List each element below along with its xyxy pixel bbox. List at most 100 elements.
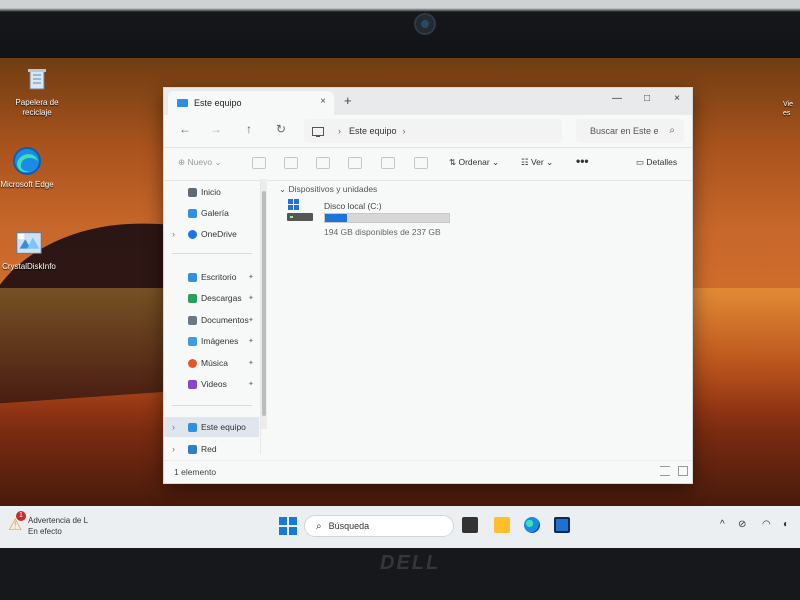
pin-icon[interactable]: ✦ — [248, 273, 254, 281]
chevron-right-icon[interactable]: › — [172, 229, 175, 239]
network-icon — [188, 444, 197, 454]
devices-section-header[interactable]: ⌄ Dispositivos y unidades — [279, 184, 377, 195]
details-label: Detalles — [646, 157, 678, 167]
sidebar-item-inicio[interactable]: Inicio — [164, 182, 259, 202]
windows-logo-tile — [289, 517, 297, 525]
pin-icon[interactable]: ✦ — [248, 359, 254, 367]
wifi-icon[interactable]: ◠ — [762, 519, 771, 530]
new-label: Nuevo — [187, 157, 213, 167]
chevron-right-icon[interactable]: › — [172, 422, 175, 432]
file-explorer-icon[interactable] — [494, 517, 510, 533]
list-view-icon[interactable] — [660, 466, 670, 476]
edge-icon[interactable] — [524, 517, 540, 533]
chevron-right-icon[interactable]: › — [172, 444, 175, 454]
volume-icon[interactable]: ◐ — [783, 519, 789, 530]
delete-icon[interactable] — [414, 157, 428, 169]
desktop-icon-recycle-bin[interactable]: Papelera de reciclaje — [2, 64, 72, 118]
sidebar-item-imagenes[interactable]: Imágenes ✦ — [164, 331, 259, 351]
gallery-icon — [188, 208, 197, 218]
network-off-icon[interactable]: ⊘ — [738, 519, 746, 530]
tab-este-equipo[interactable]: Este equipo × — [168, 91, 334, 115]
sidebar-divider — [172, 405, 252, 406]
drives-view: ⌄ Dispositivos y unidades Disco local (C… — [274, 179, 684, 454]
crystaldiskinfo-icon — [14, 228, 44, 258]
paste-icon[interactable] — [316, 157, 330, 169]
desktop-icon-label: Papelera de reciclaje — [15, 98, 59, 117]
notification-badge: 1 — [16, 511, 26, 521]
desktop-icon-crystaldiskinfo[interactable]: CrystalDiskInfo — [0, 228, 64, 272]
tab-title: Este equipo — [194, 98, 242, 108]
sidebar-item-label: Red — [201, 444, 217, 454]
copy-icon[interactable] — [284, 157, 298, 169]
pin-icon[interactable]: ✦ — [248, 316, 254, 324]
downloads-icon — [188, 293, 197, 303]
details-button[interactable]: ▭ Detalles — [636, 157, 677, 168]
notification-title: Advertencia de L — [28, 516, 89, 525]
breadcrumb[interactable]: Este equipo — [349, 126, 397, 136]
grid-view-icon[interactable] — [678, 466, 688, 476]
sidebar-item-galeria[interactable]: Galería — [164, 203, 259, 223]
sort-button[interactable]: ⇅ Ordenar ⌄ — [449, 157, 499, 168]
pin-icon[interactable]: ✦ — [248, 337, 254, 345]
store-icon[interactable] — [554, 517, 570, 533]
taskbar: ⚠ 1 Advertencia de L En efecto ⌕ Búsqueda… — [0, 506, 800, 548]
drive-icon — [287, 199, 313, 221]
sidebar-item-onedrive[interactable]: › OneDrive — [164, 224, 259, 244]
share-icon[interactable] — [381, 157, 395, 169]
close-tab-icon[interactable]: × — [320, 96, 326, 107]
cut-icon[interactable] — [252, 157, 266, 169]
window-titlebar: Este equipo × + — □ × — [164, 88, 692, 115]
view-button[interactable]: ☷ Ver ⌄ — [521, 157, 553, 168]
rename-icon[interactable] — [348, 157, 362, 169]
forward-arrow-icon[interactable]: → — [207, 122, 225, 138]
address-bar[interactable]: › Este equipo › — [304, 119, 562, 143]
home-icon — [188, 187, 197, 197]
drive-free-space: 194 GB disponibles de 237 GB — [324, 227, 441, 237]
system-tray-chevron[interactable]: ^ — [720, 519, 725, 530]
back-arrow-icon[interactable]: ← — [176, 122, 194, 138]
pin-icon[interactable]: ✦ — [248, 294, 254, 302]
videos-icon — [188, 379, 197, 389]
pin-icon[interactable]: ✦ — [248, 380, 254, 388]
taskbar-search[interactable]: ⌕ Búsqueda — [304, 515, 454, 537]
new-button[interactable]: ⊕ Nuevo ⌄ — [178, 157, 222, 168]
refresh-icon[interactable]: ↻ — [272, 122, 290, 138]
sidebar-item-documentos[interactable]: Documentos ✦ — [164, 310, 259, 330]
recycle-bin-icon — [22, 64, 52, 94]
desktop-icon-edge[interactable]: Microsoft Edge — [0, 146, 62, 190]
pictures-icon — [188, 336, 197, 346]
explorer-content: Inicio Galería › OneDrive Escritorio ✦ Des… — [164, 179, 692, 454]
start-button[interactable] — [279, 517, 297, 535]
file-explorer-window: Este equipo × + — □ × ← → ↑ ↻ › Este equ… — [163, 87, 693, 484]
sidebar-item-escritorio[interactable]: Escritorio ✦ — [164, 267, 259, 287]
minimize-button[interactable]: — — [606, 93, 628, 109]
taskbar-search-placeholder: Búsqueda — [328, 521, 370, 531]
sidebar-item-label: Descargas — [201, 293, 242, 303]
sidebar-item-red[interactable]: › Red — [164, 439, 259, 459]
sidebar-item-este-equipo[interactable]: › Este equipo — [164, 417, 259, 437]
pc-icon — [188, 422, 197, 432]
sidebar-scrollbar[interactable] — [261, 179, 267, 429]
windows-logo-tile — [289, 527, 297, 535]
maximize-button[interactable]: □ — [636, 93, 658, 109]
more-options-button[interactable]: ••• — [576, 154, 589, 168]
up-arrow-icon[interactable]: ↑ — [240, 122, 258, 138]
search-input[interactable]: Buscar en Este e ⌕ — [576, 119, 684, 143]
notification-widget[interactable]: ⚠ 1 Advertencia de L En efecto — [8, 511, 100, 541]
onedrive-icon — [188, 229, 197, 239]
sidebar-item-label: Videos — [201, 379, 227, 389]
sidebar-item-label: Escritorio — [201, 272, 237, 282]
chevron-right-icon[interactable]: › — [403, 126, 406, 136]
new-tab-button[interactable]: + — [344, 93, 352, 108]
sidebar-item-label: Imágenes — [201, 336, 239, 346]
notification-subtitle: En efecto — [28, 527, 62, 536]
sidebar-item-musica[interactable]: Música ✦ — [164, 353, 259, 373]
drive-tile-c[interactable]: Disco local (C:) 194 GB disponibles de 2… — [286, 199, 456, 244]
scrollbar-thumb[interactable] — [262, 191, 266, 416]
navigation-bar: ← → ↑ ↻ › Este equipo › Buscar en Este e… — [164, 115, 692, 148]
sidebar-item-videos[interactable]: Videos ✦ — [164, 374, 259, 394]
view-label: Ver — [530, 157, 544, 167]
close-window-button[interactable]: × — [666, 93, 688, 109]
sidebar-item-descargas[interactable]: Descargas ✦ — [164, 288, 259, 308]
task-view-icon[interactable] — [462, 517, 478, 533]
